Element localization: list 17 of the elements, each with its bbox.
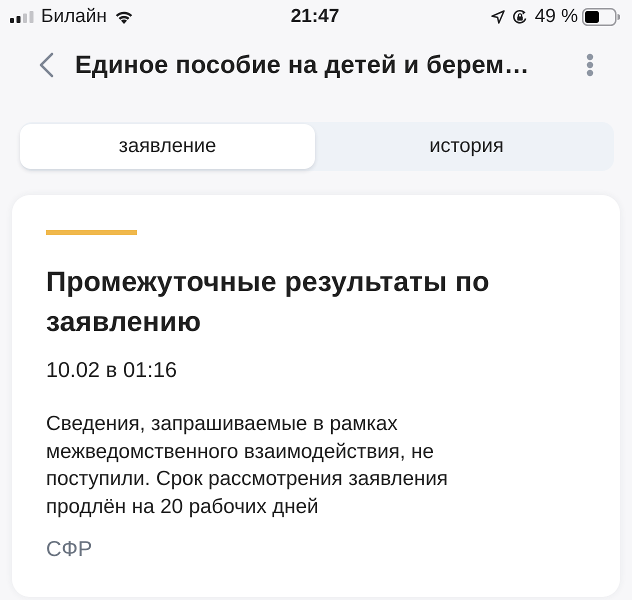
status-time: 21:47	[290, 6, 340, 28]
rotation-lock-icon	[512, 9, 528, 25]
card-source: СФР	[46, 536, 94, 563]
page-title: Единое пособие на детей и берем…	[75, 50, 530, 80]
location-arrow-icon	[490, 10, 505, 24]
tab[interactable]: заявление	[20, 124, 315, 169]
cellular-signal-icon	[10, 11, 34, 23]
card-message: Сведения, запрашиваемые в рамках межведомственного взаимодействия, не поступили. Срок рассмотрения заявления продлён на 20 рабочих дней	[46, 411, 449, 520]
battery-percentage: 49 %	[534, 6, 578, 28]
more-options-icon[interactable]	[586, 53, 594, 77]
carrier-name: Билайн	[41, 6, 107, 28]
card-title: Промежуточные результаты по заявлению	[46, 265, 491, 339]
battery-icon	[582, 8, 620, 26]
wifi-icon	[114, 10, 134, 24]
tab[interactable]: история	[319, 124, 614, 169]
chevron-left-icon	[38, 52, 54, 78]
card-date: 10.02 в 01:16	[46, 357, 178, 384]
